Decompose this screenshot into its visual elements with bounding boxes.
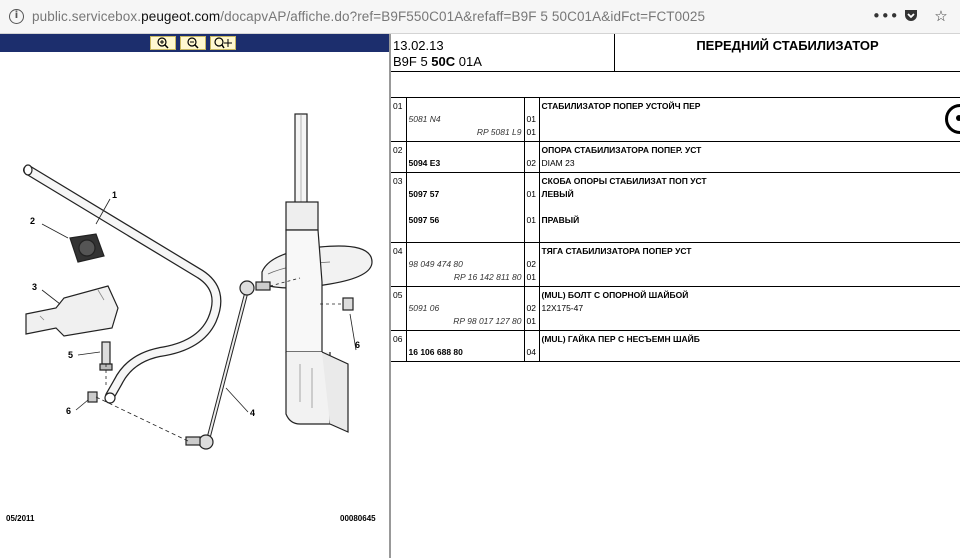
- quantity: [527, 333, 537, 346]
- callout-3: 3: [32, 282, 37, 292]
- part-description: ЛЕВЫЙ: [541, 189, 574, 199]
- table-row[interactable]: 04 98 049 474 80 RP 16 142 811 80 02 01 ТЯГА …: [391, 242, 960, 287]
- row-number: 04: [393, 246, 403, 256]
- callout-4: 4: [250, 408, 255, 418]
- quantity: [527, 144, 537, 157]
- parts-table: 01 5081 N4 RP 5081 L9 01 01 СТАБИЛИЗАТОР ПОПЕ…: [391, 98, 960, 362]
- callout-6-left: 6: [66, 406, 71, 416]
- part-description: 12X175-47: [541, 303, 584, 313]
- part-number[interactable]: RP 5081 L9: [409, 126, 522, 139]
- parts-header: 13.02.13 B9F 5 50C 01A ПЕРЕДНИЙ СТАБИЛИЗ…: [391, 34, 960, 72]
- part-number: [409, 289, 522, 302]
- part-number[interactable]: RP 98 017 127 80: [409, 315, 521, 328]
- pocket-icon[interactable]: [902, 7, 920, 25]
- quantity: 02: [526, 303, 536, 313]
- quantity: [527, 289, 537, 302]
- row-number: 02: [393, 145, 403, 155]
- part-number: [409, 227, 522, 240]
- header-date: 13.02.13: [393, 38, 444, 53]
- quantity: 01: [526, 215, 536, 225]
- row-number: 06: [393, 334, 403, 344]
- zoom-out-icon[interactable]: [180, 36, 206, 50]
- part-description: СТАБИЛИЗАТОР ПОПЕР УСТОЙЧ ПЕР: [541, 101, 701, 111]
- table-row[interactable]: 03 5097 57 5097 56 01 01 СКОБА ОПОРЫ СТАБИЛИЗ…: [391, 172, 960, 243]
- callout-5: 5: [68, 350, 73, 360]
- quantity: 04: [526, 347, 536, 357]
- zoom-in-icon[interactable]: [150, 36, 176, 50]
- row-number: 03: [393, 176, 403, 186]
- part-number: [409, 144, 522, 157]
- part-number: [409, 100, 522, 113]
- quantity: 02: [526, 259, 536, 269]
- browser-address-bar[interactable]: i public.servicebox.peugeot.com/docapvAP…: [0, 0, 960, 34]
- part-description: [542, 258, 959, 271]
- table-row[interactable]: 06 16 106 688 80 04 (MUL) ГАЙКА ПЕР С НЕСЪЕ…: [391, 330, 960, 362]
- zoom-pan-icon[interactable]: [210, 36, 236, 50]
- more-icon[interactable]: •••: [872, 7, 899, 25]
- parts-panel: 13.02.13 B9F 5 50C 01A ПЕРЕДНИЙ СТАБИЛИЗ…: [391, 34, 960, 558]
- callout-1: 1: [112, 190, 117, 200]
- part-number: [409, 333, 522, 346]
- quantity: [527, 175, 537, 188]
- info-icon[interactable]: i: [9, 9, 24, 24]
- part-description: [542, 126, 959, 139]
- callout-6-right: 6: [355, 340, 360, 350]
- diagram-date: 05/2011: [6, 514, 35, 523]
- part-description: [542, 201, 959, 214]
- quantity: 01: [526, 316, 536, 326]
- part-number[interactable]: 5097 57: [409, 188, 522, 201]
- part-number[interactable]: 5097 56: [409, 214, 522, 227]
- diagram-code: 00080645: [340, 514, 376, 523]
- quantity: 01: [526, 272, 536, 282]
- quantity: [527, 201, 537, 214]
- part-description: СКОБА ОПОРЫ СТАБИЛИЗАТ ПОП УСТ: [541, 176, 707, 186]
- diagram-toolbar: [0, 34, 389, 52]
- page-title: ПЕРЕДНИЙ СТАБИЛИЗАТОР: [696, 38, 879, 53]
- quantity: 01: [526, 127, 536, 137]
- part-description: ТЯГА СТАБИЛИЗАТОРА ПОПЕР УСТ: [541, 246, 692, 256]
- part-description: [542, 113, 959, 126]
- part-number[interactable]: 5094 E3: [409, 157, 522, 170]
- table-row[interactable]: 02 5094 E3 02 ОПОРА СТАБИЛИЗАТОРА ПОПЕР. УС…: [391, 141, 960, 173]
- table-row[interactable]: 05 5091 06 RP 98 017 127 80 02 01 (MUL) БОЛТ …: [391, 286, 960, 331]
- part-number: [409, 245, 522, 258]
- quantity: [527, 245, 537, 258]
- part-number[interactable]: 16 106 688 80: [409, 346, 522, 359]
- quantity: [527, 100, 537, 113]
- part-description: (MUL) ГАЙКА ПЕР С НЕСЪЕМН ШАЙБ: [541, 334, 700, 344]
- part-description: ОПОРА СТАБИЛИЗАТОРА ПОПЕР. УСТ: [541, 145, 702, 155]
- part-description: [542, 315, 959, 328]
- header-code: B9F 5 50C 01A: [393, 54, 482, 69]
- part-number: [409, 201, 522, 214]
- row-number: 05: [393, 290, 403, 300]
- part-number[interactable]: 5091 06: [409, 302, 522, 315]
- row-number: 01: [393, 101, 403, 111]
- quantity: 01: [526, 114, 536, 124]
- part-description: [542, 346, 959, 359]
- part-description: DIAM 23: [541, 158, 575, 168]
- part-description: [542, 227, 959, 240]
- header-spacer: [391, 72, 960, 98]
- url-text[interactable]: public.servicebox.peugeot.com/docapvAP/a…: [32, 9, 705, 24]
- callout-2: 2: [30, 216, 35, 226]
- part-number[interactable]: 5081 N4: [409, 113, 522, 126]
- quantity: [527, 227, 537, 240]
- part-number: [409, 175, 522, 188]
- part-description: ПРАВЫЙ: [541, 215, 580, 225]
- part-number[interactable]: 98 049 474 80: [409, 258, 522, 271]
- star-icon[interactable]: ☆: [932, 7, 950, 25]
- diagram-panel: 1 2 3 4 5 6 6 05/2011 00080645: [0, 34, 389, 558]
- stabilizer-exploded-diagram: 1 2 3 4 5 6 6: [23, 113, 373, 450]
- quantity: 01: [526, 189, 536, 199]
- part-number[interactable]: RP 16 142 811 80: [409, 271, 522, 284]
- quantity: 02: [526, 158, 536, 168]
- part-description: [542, 271, 959, 284]
- part-description: (MUL) БОЛТ С ОПОРНОЙ ШАЙБОЙ: [541, 290, 689, 300]
- table-row[interactable]: 01 5081 N4 RP 5081 L9 01 01 СТАБИЛИЗАТОР ПОПЕ…: [391, 98, 960, 142]
